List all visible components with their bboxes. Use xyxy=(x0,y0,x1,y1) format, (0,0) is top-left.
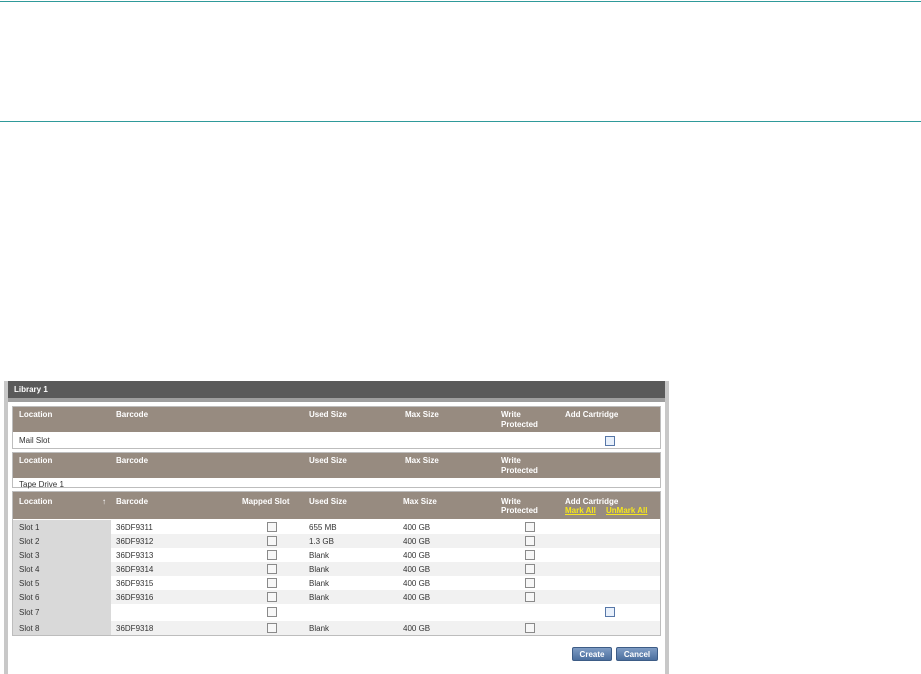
col-mapped-slot: Mapped Slot xyxy=(242,497,290,506)
col-add-cartridge: Add Cartridge xyxy=(565,410,619,419)
slot-max-size: 400 GB xyxy=(403,523,431,532)
col-used-size: Used Size xyxy=(309,497,347,506)
mail-slot-location: Mail Slot xyxy=(19,436,50,445)
sort-ascending-icon[interactable]: ↑ xyxy=(102,497,106,506)
slot-location: Slot 3 xyxy=(19,551,40,560)
mapped-slot-checkbox[interactable] xyxy=(267,578,277,588)
slot-location: Slot 5 xyxy=(19,579,40,588)
library-title: Library 1 xyxy=(8,381,665,398)
table-row: Slot 4 36DF9314 Blank 400 GB xyxy=(13,562,660,576)
slot-barcode: 36DF9318 xyxy=(116,624,154,633)
mapped-slot-checkbox[interactable] xyxy=(267,536,277,546)
tape-drive-table: Location Barcode Used Size Max Size Writ… xyxy=(12,452,661,489)
mapped-slot-checkbox[interactable] xyxy=(267,592,277,602)
write-protected-checkbox[interactable] xyxy=(525,564,535,574)
slot-barcode: 36DF9313 xyxy=(116,551,154,560)
slot-used-size: Blank xyxy=(309,565,330,574)
col-location: Location xyxy=(19,410,53,419)
slot-barcode: 36DF9311 xyxy=(116,523,153,532)
mark-all-link[interactable]: Mark All xyxy=(565,506,596,515)
slot-used-size: Blank xyxy=(309,593,330,602)
table-row: Slot 7 xyxy=(13,604,660,621)
tape-drive-location: Tape Drive 1 xyxy=(19,480,64,489)
slot-max-size: 400 GB xyxy=(403,537,431,546)
slot-used-size: 655 MB xyxy=(309,523,337,532)
table-row: Slot 2 36DF9312 1.3 GB 400 GB xyxy=(13,534,660,548)
top-divider xyxy=(0,1,921,2)
col-barcode: Barcode xyxy=(116,410,149,419)
col-used-size: Used Size xyxy=(309,456,347,465)
slot-location: Slot 2 xyxy=(19,537,40,546)
col-write-protected-2: Protected xyxy=(501,420,538,429)
create-button[interactable]: Create xyxy=(572,647,612,661)
write-protected-checkbox[interactable] xyxy=(525,536,535,546)
mail-slot-table: Location Barcode Used Size Max Size Writ… xyxy=(12,406,661,449)
slot-max-size: 400 GB xyxy=(403,593,431,602)
library-panel: Library 1 Location Barcode Used Size Max… xyxy=(4,381,669,674)
add-cartridge-checkbox[interactable] xyxy=(605,607,615,617)
col-location: Location xyxy=(19,456,53,465)
slot-barcode: 36DF9315 xyxy=(116,579,154,588)
mapped-slot-checkbox[interactable] xyxy=(267,550,277,560)
slot-used-size: 1.3 GB xyxy=(309,537,334,546)
slots-table: Location ↑ Barcode Mapped Slot Used Size… xyxy=(12,491,661,636)
cancel-button[interactable]: Cancel xyxy=(616,647,658,661)
write-protected-checkbox[interactable] xyxy=(525,550,535,560)
col-max-size: Max Size xyxy=(405,456,439,465)
mail-slot-add-checkbox[interactable] xyxy=(605,436,615,446)
slot-max-size: 400 GB xyxy=(403,551,431,560)
slot-max-size: 400 GB xyxy=(403,624,431,633)
mapped-slot-checkbox[interactable] xyxy=(267,564,277,574)
col-max-size: Max Size xyxy=(405,410,439,419)
mail-slot-header: Location Barcode Used Size Max Size Writ… xyxy=(13,407,660,432)
slot-location: Slot 7 xyxy=(19,608,40,617)
col-write-protected-1: Write xyxy=(501,497,521,506)
table-row: Slot 5 36DF9315 Blank 400 GB xyxy=(13,576,660,590)
write-protected-checkbox[interactable] xyxy=(525,623,535,633)
col-write-protected-2: Protected xyxy=(501,506,538,515)
slot-barcode: 36DF9314 xyxy=(116,565,154,574)
table-row: Slot 8 36DF9318 Blank 400 GB xyxy=(13,621,660,635)
col-max-size: Max Size xyxy=(403,497,437,506)
slot-used-size: Blank xyxy=(309,551,330,560)
mapped-slot-checkbox[interactable] xyxy=(267,607,277,617)
col-add-cartridge: Add Cartridge xyxy=(565,497,619,506)
slot-max-size: 400 GB xyxy=(403,579,431,588)
write-protected-checkbox[interactable] xyxy=(525,592,535,602)
slot-used-size: Blank xyxy=(309,624,330,633)
write-protected-checkbox[interactable] xyxy=(525,578,535,588)
slot-location: Slot 4 xyxy=(19,565,40,574)
slot-location: Slot 6 xyxy=(19,593,40,602)
table-row: Slot 6 36DF9316 Blank 400 GB xyxy=(13,590,660,604)
slots-header: Location ↑ Barcode Mapped Slot Used Size… xyxy=(13,492,660,519)
unmark-all-link[interactable]: UnMark All xyxy=(606,506,648,515)
col-barcode: Barcode xyxy=(116,497,149,506)
header-divider xyxy=(0,121,921,122)
col-write-protected-2: Protected xyxy=(501,466,538,475)
slot-barcode: 36DF9312 xyxy=(116,537,154,546)
slot-location: Slot 1 xyxy=(19,523,40,532)
col-location-label: Location xyxy=(19,497,53,506)
col-write-protected-1: Write xyxy=(501,410,521,419)
slot-used-size: Blank xyxy=(309,579,330,588)
slot-max-size: 400 GB xyxy=(403,565,431,574)
col-write-protected-1: Write xyxy=(501,456,521,465)
table-row: Slot 1 36DF9311 655 MB 400 GB xyxy=(13,520,660,534)
title-underbar xyxy=(8,398,665,402)
write-protected-checkbox[interactable] xyxy=(525,522,535,532)
col-used-size: Used Size xyxy=(309,410,347,419)
mapped-slot-checkbox[interactable] xyxy=(267,623,277,633)
col-location[interactable]: Location xyxy=(19,497,52,506)
mapped-slot-checkbox[interactable] xyxy=(267,522,277,532)
slot-location: Slot 8 xyxy=(19,624,40,633)
table-row: Slot 3 36DF9313 Blank 400 GB xyxy=(13,548,660,562)
slot-barcode: 36DF9316 xyxy=(116,593,154,602)
col-barcode: Barcode xyxy=(116,456,149,465)
tape-drive-header: Location Barcode Used Size Max Size Writ… xyxy=(13,453,660,478)
